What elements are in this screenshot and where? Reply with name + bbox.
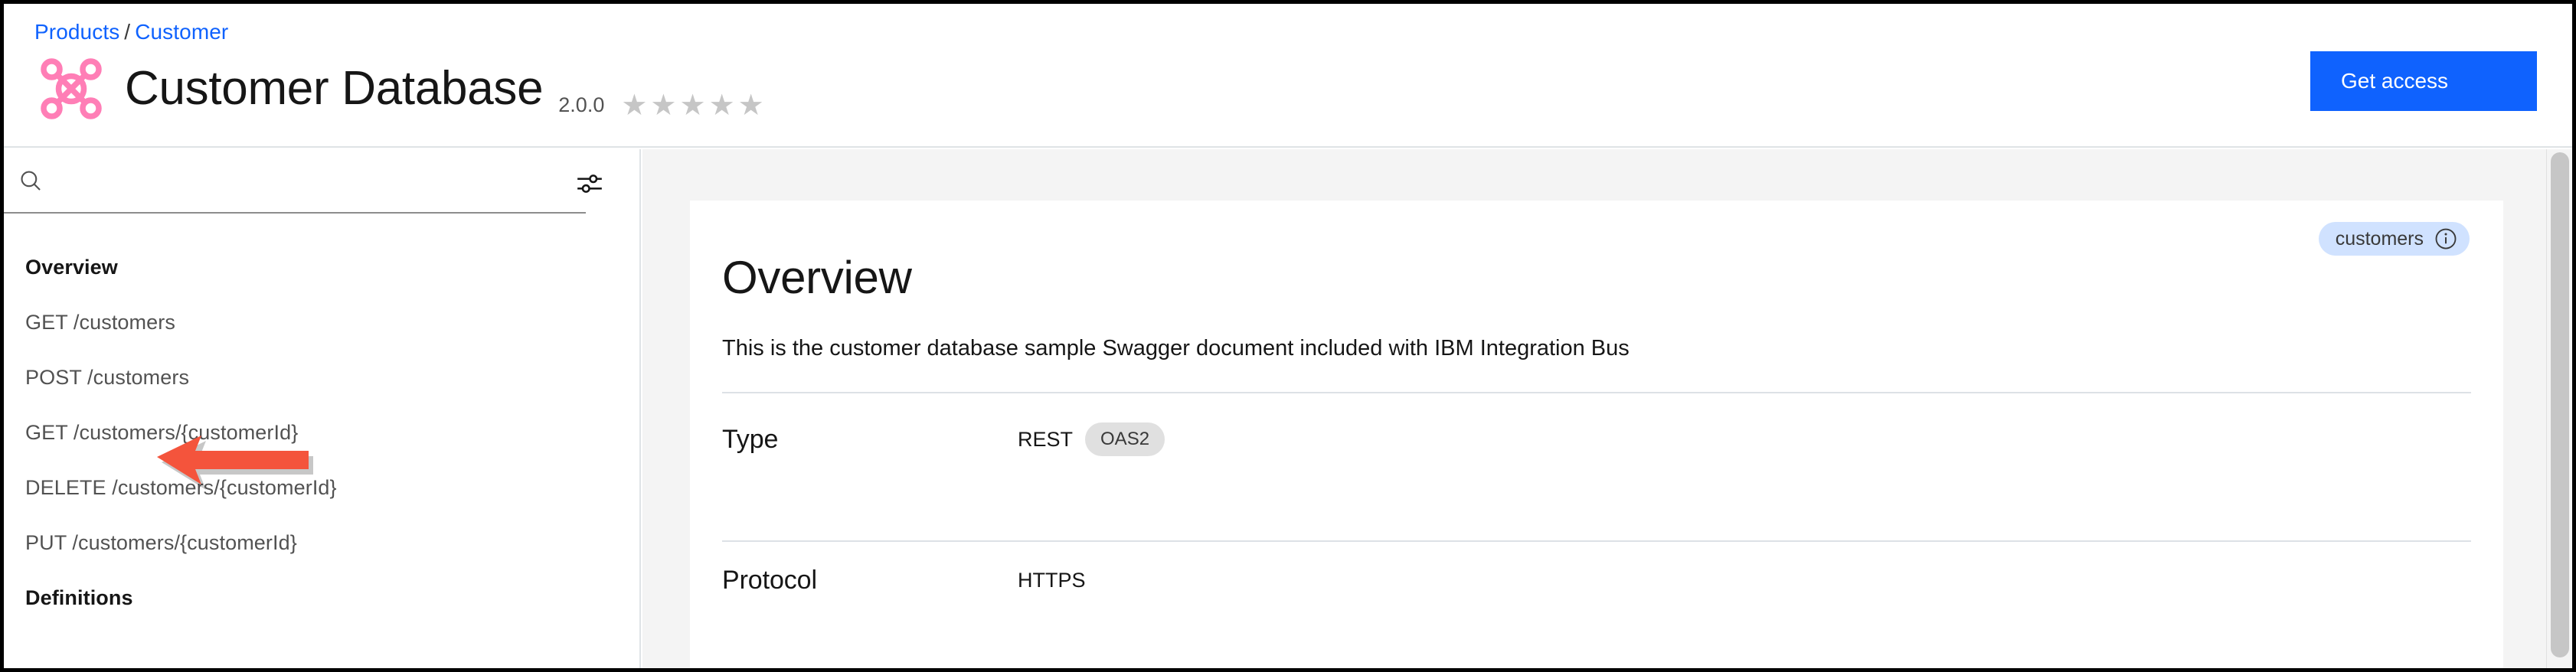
breadcrumb-separator: / [124, 20, 131, 44]
sidebar-item-get-customer-by-id[interactable]: GET /customers/{customerId} [4, 405, 641, 460]
app-window: Products / Customer Customer Database 2.0.… [0, 0, 2576, 672]
breadcrumb-item-products[interactable]: Products [34, 20, 119, 44]
content-area: customers Overview This is the customer … [642, 149, 2572, 668]
sidebar-item-post-customers[interactable]: POST /customers [4, 350, 641, 405]
detail-label-type: Type [722, 424, 779, 454]
vertical-scrollbar[interactable] [2546, 149, 2572, 668]
status-badge[interactable]: customers [2318, 222, 2470, 256]
sidebar-item-overview[interactable]: Overview [4, 240, 641, 295]
star-icon-2[interactable]: ★ [650, 91, 676, 120]
search-icon [21, 171, 41, 191]
detail-chip-oas2: OAS2 [1085, 422, 1165, 456]
detail-value-type-text: REST [1018, 427, 1074, 451]
sidebar-item-put-customer-by-id[interactable]: PUT /customers/{customerId} [4, 515, 641, 570]
rating-stars[interactable]: ★ ★ ★ ★ ★ [621, 91, 767, 129]
get-access-button[interactable]: Get access [2310, 51, 2537, 111]
sidebar: Overview GET /customers POST /customers … [4, 149, 641, 668]
search-input[interactable] [44, 158, 586, 204]
info-circle-icon[interactable] [2434, 227, 2457, 250]
overview-card: customers Overview This is the customer … [690, 201, 2503, 668]
breadcrumb: Products / Customer [34, 19, 228, 45]
product-title-row: Customer Database 2.0.0 ★ ★ ★ ★ ★ [34, 48, 767, 129]
sidebar-item-definitions[interactable]: Definitions [4, 570, 641, 625]
detail-row-protocol: Protocol HTTPS [722, 559, 2471, 602]
star-icon-4[interactable]: ★ [709, 91, 735, 120]
search-bar[interactable] [4, 149, 586, 214]
detail-value-protocol: HTTPS [1018, 569, 1086, 592]
divider-1 [722, 392, 2471, 393]
section-description: This is the customer database sample Swa… [722, 336, 1630, 360]
status-badge-label: customers [2335, 227, 2424, 250]
api-connectivity-icon [41, 58, 102, 119]
sliders-settings-icon[interactable] [575, 169, 604, 198]
detail-label-protocol: Protocol [722, 565, 817, 595]
star-icon-1[interactable]: ★ [621, 91, 647, 120]
page-header: Products / Customer Customer Database 2.0.… [4, 4, 2572, 148]
divider-2 [722, 540, 2471, 542]
star-icon-3[interactable]: ★ [680, 91, 706, 120]
detail-value-protocol-text: HTTPS [1018, 568, 1086, 592]
detail-row-type: Type REST OAS2 [722, 418, 2471, 461]
detail-value-type: REST OAS2 [1018, 422, 1165, 456]
scrollbar-thumb[interactable] [2551, 152, 2569, 657]
sidebar-nav: Overview GET /customers POST /customers … [4, 240, 641, 625]
body-area: Overview GET /customers POST /customers … [4, 149, 2572, 668]
sidebar-item-delete-customer-by-id[interactable]: DELETE /customers/{customerId} [4, 460, 641, 515]
page-title: Customer Database [125, 62, 544, 115]
sidebar-item-get-customers[interactable]: GET /customers [4, 295, 641, 350]
product-version: 2.0.0 [558, 93, 605, 116]
section-title: Overview [722, 252, 912, 303]
breadcrumb-item-customer[interactable]: Customer [135, 20, 228, 44]
star-icon-5[interactable]: ★ [738, 91, 764, 120]
